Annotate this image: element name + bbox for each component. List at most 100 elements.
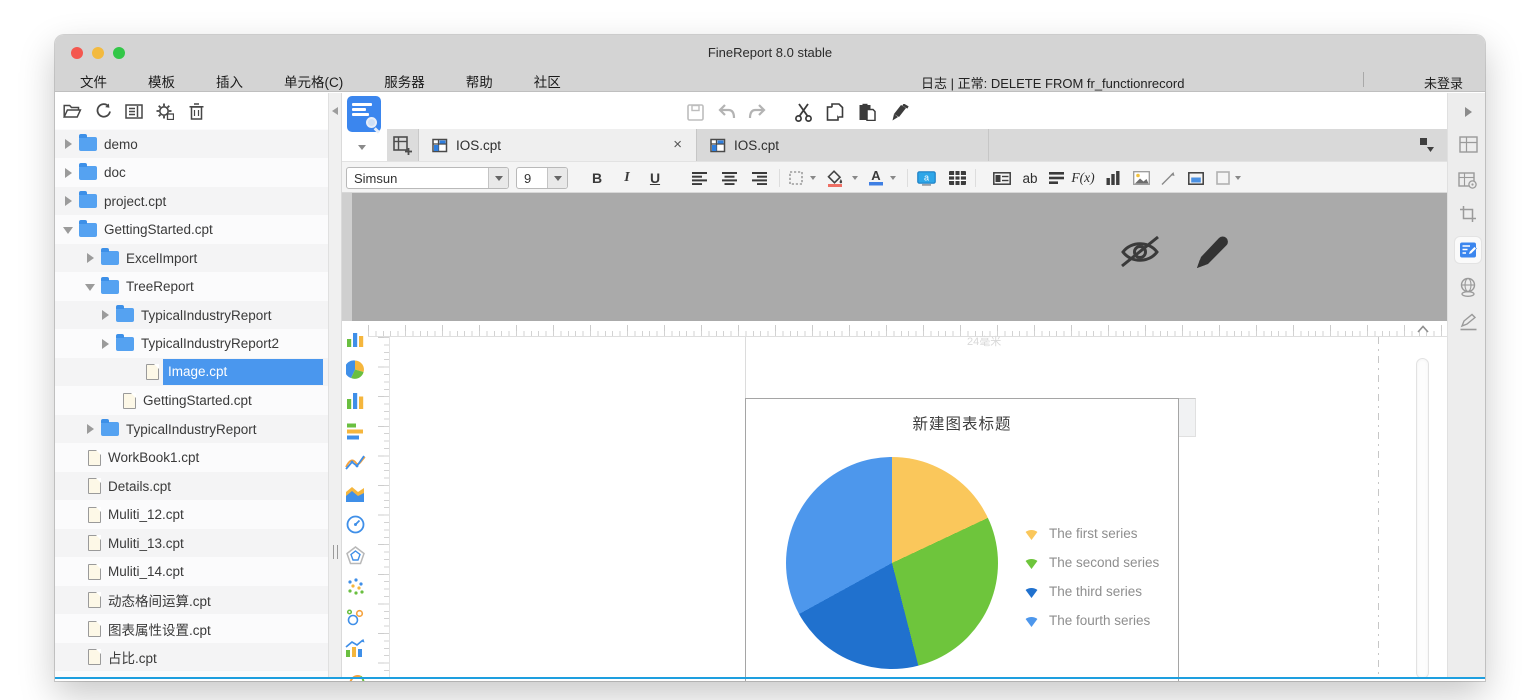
font-color-dropdown-icon[interactable] [890, 176, 896, 180]
adjacent-cell[interactable] [1179, 398, 1196, 437]
merge-cell-icon[interactable]: a [914, 167, 938, 189]
radar-chart-icon[interactable] [345, 545, 366, 566]
font-color-icon[interactable]: A [864, 167, 888, 189]
trash-icon[interactable] [185, 100, 207, 122]
chevron-right-icon[interactable] [85, 253, 95, 263]
tree-item-workbook1[interactable]: WorkBook1.cpt [55, 444, 328, 472]
hide-eye-icon[interactable] [1119, 233, 1161, 271]
tree-item-demo[interactable]: demo [55, 130, 328, 158]
tree-item-project[interactable]: project.cpt [55, 187, 328, 215]
combo-chart-icon[interactable] [345, 638, 366, 659]
font-size-dropdown-icon[interactable] [547, 168, 567, 188]
design-canvas[interactable]: 24毫米 20毫米 新建图表标题 The first series [342, 321, 1447, 679]
area-chart-icon[interactable] [345, 483, 366, 504]
paste-icon[interactable] [856, 101, 878, 123]
menu-help[interactable]: 帮助 [466, 71, 493, 91]
insert-chart-icon[interactable] [1101, 167, 1125, 189]
chevron-down-icon[interactable] [85, 282, 95, 292]
tree-item-gettingstarted-file[interactable]: GettingStarted.cpt [55, 387, 328, 415]
collapse-sidebar-icon[interactable] [332, 107, 338, 115]
font-family-select[interactable]: Simsun [346, 167, 509, 189]
menu-server[interactable]: 服务器 [384, 71, 425, 91]
tree-item-muliti13[interactable]: Muliti_13.cpt [55, 529, 328, 557]
font-size-select[interactable]: 9 [516, 167, 568, 189]
fill-color-dropdown-icon[interactable] [852, 176, 858, 180]
rich-text-icon[interactable] [1044, 167, 1068, 189]
tab-ios-inactive[interactable]: IOS.cpt [697, 129, 989, 161]
template-preview-icon[interactable] [347, 96, 381, 132]
scroll-up-icon[interactable] [1417, 325, 1429, 333]
web-preview-icon[interactable] [1455, 274, 1481, 300]
log-status-text[interactable]: 日志 | 正常: DELETE FROM fr_functionrecord [921, 73, 1184, 92]
tree-item-excelimport[interactable]: ExcelImport [55, 244, 328, 272]
chevron-right-icon[interactable] [100, 339, 110, 349]
italic-button[interactable]: I [615, 167, 639, 189]
tree-item-muliti14[interactable]: Muliti_14.cpt [55, 558, 328, 586]
tree-item-details[interactable]: Details.cpt [55, 472, 328, 500]
save-icon[interactable] [684, 101, 706, 123]
collapse-right-icon[interactable] [1455, 99, 1481, 125]
tree-item-image-selected[interactable]: Image.cpt [55, 358, 328, 386]
menu-file[interactable]: 文件 [80, 71, 107, 91]
template-settings-icon[interactable] [1455, 168, 1481, 194]
cell-border-icon[interactable] [1211, 167, 1235, 189]
insert-sub-report-icon[interactable] [1184, 167, 1208, 189]
undo-icon[interactable] [716, 101, 738, 123]
column-chart-2-icon[interactable] [345, 390, 366, 411]
line-chart-icon[interactable] [345, 452, 366, 473]
close-tab-icon[interactable]: × [673, 136, 682, 153]
bold-button[interactable]: B [585, 167, 609, 189]
scatter-chart-icon[interactable] [345, 576, 366, 597]
align-center-icon[interactable] [717, 167, 741, 189]
unmerge-cell-icon[interactable] [945, 167, 969, 189]
column-chart-icon[interactable] [345, 328, 366, 349]
report-panel-icon[interactable] [123, 100, 145, 122]
border-dropdown-icon[interactable] [810, 176, 816, 180]
chevron-right-icon[interactable] [63, 168, 73, 178]
cut-icon[interactable] [792, 101, 814, 123]
font-family-dropdown-icon[interactable] [488, 168, 508, 188]
tab-ios-active[interactable]: IOS.cpt × [419, 129, 697, 161]
open-folder-icon[interactable] [61, 100, 83, 122]
text-insert-icon[interactable]: ab [1018, 167, 1042, 189]
fill-color-icon[interactable] [823, 167, 847, 189]
menu-template[interactable]: 模板 [148, 71, 175, 91]
canvas-scrollbar[interactable] [1416, 358, 1429, 679]
insert-image-icon[interactable] [1129, 167, 1153, 189]
menu-insert[interactable]: 插入 [216, 71, 243, 91]
tree-item-dynamic-calc[interactable]: 动态格间运算.cpt [55, 586, 328, 614]
menu-cell[interactable]: 单元格(C) [284, 71, 343, 91]
chart-block[interactable]: 新建图表标题 The first series The second serie… [745, 398, 1179, 681]
gauge-chart-icon[interactable] [345, 514, 366, 535]
edit-pencil-icon[interactable] [1194, 231, 1230, 271]
tree-item-typicalindustryreport2[interactable]: TypicalIndustryReport2 [55, 330, 328, 358]
draw-line-icon[interactable] [1155, 167, 1179, 189]
align-left-icon[interactable] [687, 167, 711, 189]
tree-item-gettingstarted-folder[interactable]: GettingStarted.cpt [55, 216, 328, 244]
cell-attributes-icon[interactable] [990, 167, 1014, 189]
template-grid-icon[interactable] [1455, 131, 1481, 157]
cell-border-dropdown-icon[interactable] [1235, 176, 1241, 180]
tree-item-muliti12[interactable]: Muliti_12.cpt [55, 501, 328, 529]
border-style-icon[interactable] [784, 167, 808, 189]
menu-community[interactable]: 社区 [534, 71, 561, 91]
tree-item-treereport[interactable]: TreeReport [55, 273, 328, 301]
chevron-right-icon[interactable] [63, 139, 73, 149]
tree-item-typicalindustryreport[interactable]: TypicalIndustryReport [55, 301, 328, 329]
chevron-right-icon[interactable] [85, 424, 95, 434]
tree-item-chart-props[interactable]: 图表属性设置.cpt [55, 615, 328, 643]
new-template-tab-button[interactable] [387, 129, 419, 161]
report-edit-icon[interactable] [1455, 237, 1481, 263]
splitter-grip[interactable] [333, 545, 338, 559]
redo-icon[interactable] [746, 101, 768, 123]
donut-chart-icon[interactable] [345, 669, 366, 681]
chevron-down-icon[interactable] [63, 225, 73, 235]
bar-chart-icon[interactable] [345, 421, 366, 442]
tree-item-doc[interactable]: doc [55, 159, 328, 187]
format-brush-icon[interactable] [888, 101, 910, 123]
pie-chart-icon[interactable] [345, 359, 366, 380]
chevron-right-icon[interactable] [100, 310, 110, 320]
tree-item-typicalindustryreport-3[interactable]: TypicalIndustryReport [55, 415, 328, 443]
tree-item-zhanbi[interactable]: 占比.cpt [55, 643, 328, 671]
pencil-edit-icon[interactable] [1455, 309, 1481, 335]
